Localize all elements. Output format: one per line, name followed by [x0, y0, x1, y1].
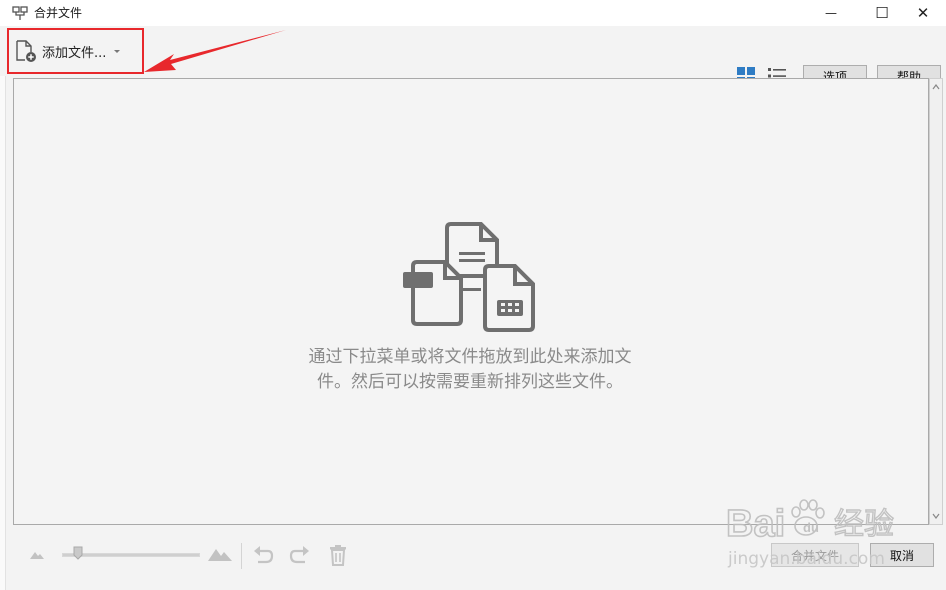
- undo-icon[interactable]: [252, 544, 274, 566]
- maximize-icon: ☐: [875, 4, 889, 22]
- add-files-dropdown[interactable]: 添加文件...: [14, 37, 122, 65]
- window-title: 合并文件: [34, 6, 83, 20]
- zoom-slider-track[interactable]: [62, 553, 200, 557]
- add-files-label: 添加文件...: [42, 45, 107, 61]
- toolbar-separator: [241, 543, 242, 569]
- zoom-slider-thumb[interactable]: [73, 546, 83, 560]
- zoom-in-mountain-icon[interactable]: [208, 545, 232, 561]
- zoom-out-mountain-icon[interactable]: [30, 549, 44, 559]
- redo-icon[interactable]: [289, 544, 311, 566]
- vertical-scrollbar[interactable]: [929, 78, 943, 525]
- cancel-button[interactable]: 取消: [870, 543, 934, 567]
- scroll-up-icon[interactable]: [932, 83, 940, 91]
- chevron-down-icon: [114, 50, 121, 53]
- maximize-button[interactable]: ☐: [859, 0, 905, 26]
- empty-state-message: 通过下拉菜单或将文件拖放到此处来添加文 件。然后可以按需要重新排列这些文件。: [280, 345, 660, 395]
- toolbar: 添加文件... 选项 帮助: [0, 26, 946, 88]
- close-icon: ✕: [916, 4, 930, 22]
- combine-files-window: 合并文件 — ☐ ✕ 添加文件... 选项 帮助 通过下拉菜单或将文件拖放到此处…: [0, 0, 946, 590]
- minimize-icon: —: [825, 6, 837, 20]
- empty-state-line-2: 件。然后可以按需要重新排列这些文件。: [317, 372, 623, 392]
- merge-files-button[interactable]: 合并文件: [771, 543, 859, 567]
- minimize-button[interactable]: —: [808, 0, 854, 26]
- title-bar: 合并文件 — ☐ ✕: [0, 0, 946, 26]
- scroll-down-icon[interactable]: [932, 512, 940, 520]
- add-file-icon: [16, 40, 36, 62]
- window-left-edge: [0, 0, 6, 590]
- combine-app-icon: [12, 6, 28, 20]
- empty-state-line-1: 通过下拉菜单或将文件拖放到此处来添加文: [308, 347, 632, 367]
- multiple-files-icon: [403, 222, 535, 332]
- close-button[interactable]: ✕: [900, 0, 946, 26]
- trash-icon[interactable]: [327, 544, 349, 566]
